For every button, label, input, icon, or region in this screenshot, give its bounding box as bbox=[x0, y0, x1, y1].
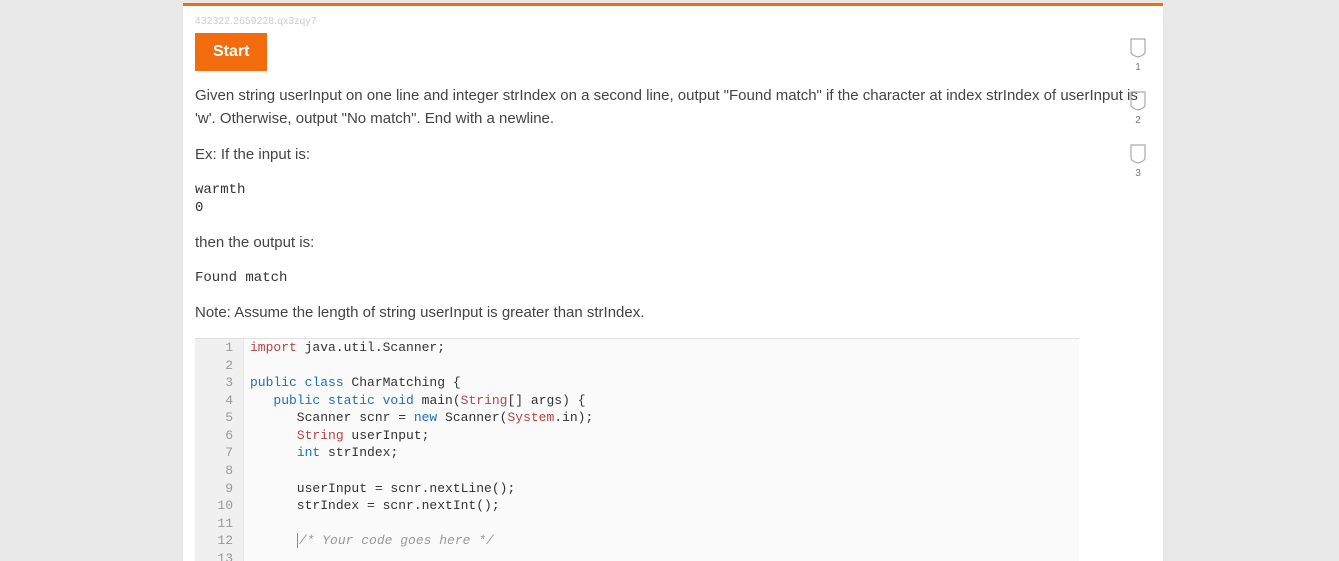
code-line[interactable]: 8 bbox=[195, 462, 1079, 480]
line-number: 12 bbox=[195, 532, 243, 550]
text-cursor bbox=[297, 533, 298, 548]
challenge-card: 432322.2659228.qx3zqy7 Start Given strin… bbox=[183, 3, 1163, 561]
shield-number: 3 bbox=[1126, 168, 1150, 179]
code-line[interactable]: 9 userInput = scnr.nextLine(); bbox=[195, 480, 1079, 498]
line-number: 2 bbox=[195, 357, 243, 375]
code-line[interactable]: 1import java.util.Scanner; bbox=[195, 339, 1079, 357]
example-intro: Ex: If the input is: bbox=[195, 144, 1151, 167]
progress-shield[interactable]: 2 bbox=[1126, 91, 1150, 126]
code-line[interactable]: 3public class CharMatching { bbox=[195, 374, 1079, 392]
example-output: Found match bbox=[195, 269, 1151, 288]
challenge-hash: 432322.2659228.qx3zqy7 bbox=[195, 16, 1151, 27]
code-text[interactable]: import java.util.Scanner; bbox=[243, 339, 445, 357]
line-number: 10 bbox=[195, 497, 243, 515]
code-line[interactable]: 4 public static void main(String[] args)… bbox=[195, 392, 1079, 410]
code-text[interactable]: userInput = scnr.nextLine(); bbox=[243, 480, 515, 498]
code-text[interactable] bbox=[243, 462, 258, 480]
code-text[interactable]: public class CharMatching { bbox=[243, 374, 461, 392]
shield-number: 2 bbox=[1126, 115, 1150, 126]
code-text[interactable]: String userInput; bbox=[243, 427, 429, 445]
code-line[interactable]: 13 bbox=[195, 550, 1079, 561]
problem-note: Note: Assume the length of string userIn… bbox=[195, 302, 1151, 325]
start-button[interactable]: Start bbox=[195, 33, 267, 71]
line-number: 9 bbox=[195, 480, 243, 498]
code-line[interactable]: 6 String userInput; bbox=[195, 427, 1079, 445]
code-text[interactable]: strIndex = scnr.nextInt(); bbox=[243, 497, 500, 515]
shield-icon bbox=[1129, 38, 1147, 58]
line-number: 3 bbox=[195, 374, 243, 392]
progress-shields: 1 2 3 bbox=[1126, 38, 1150, 197]
code-text[interactable] bbox=[243, 357, 258, 375]
code-text[interactable]: int strIndex; bbox=[243, 444, 398, 462]
line-number: 6 bbox=[195, 427, 243, 445]
code-editor[interactable]: 1import java.util.Scanner;2 3public clas… bbox=[195, 338, 1079, 561]
shield-icon bbox=[1129, 91, 1147, 111]
then-text: then the output is: bbox=[195, 232, 1151, 255]
line-number: 4 bbox=[195, 392, 243, 410]
progress-shield[interactable]: 1 bbox=[1126, 38, 1150, 73]
code-line[interactable]: 10 strIndex = scnr.nextInt(); bbox=[195, 497, 1079, 515]
line-number: 7 bbox=[195, 444, 243, 462]
line-number: 13 bbox=[195, 550, 243, 561]
shield-number: 1 bbox=[1126, 62, 1150, 73]
code-text[interactable]: Scanner scnr = new Scanner(System.in); bbox=[243, 409, 593, 427]
line-number: 11 bbox=[195, 515, 243, 533]
code-text[interactable] bbox=[243, 550, 258, 561]
code-text[interactable] bbox=[243, 515, 258, 533]
problem-statement: Given string userInput on one line and i… bbox=[195, 85, 1151, 130]
line-number: 8 bbox=[195, 462, 243, 480]
code-line[interactable]: 2 bbox=[195, 357, 1079, 375]
code-text[interactable]: public static void main(String[] args) { bbox=[243, 392, 586, 410]
line-number: 1 bbox=[195, 339, 243, 357]
code-line[interactable]: 5 Scanner scnr = new Scanner(System.in); bbox=[195, 409, 1079, 427]
line-number: 5 bbox=[195, 409, 243, 427]
code-line[interactable]: 12 /* Your code goes here */ bbox=[195, 532, 1079, 550]
code-text[interactable]: /* Your code goes here */ bbox=[243, 532, 494, 550]
shield-icon bbox=[1129, 144, 1147, 164]
code-line[interactable]: 7 int strIndex; bbox=[195, 444, 1079, 462]
example-input: warmth 0 bbox=[195, 181, 1151, 219]
progress-shield[interactable]: 3 bbox=[1126, 144, 1150, 179]
code-line[interactable]: 11 bbox=[195, 515, 1079, 533]
